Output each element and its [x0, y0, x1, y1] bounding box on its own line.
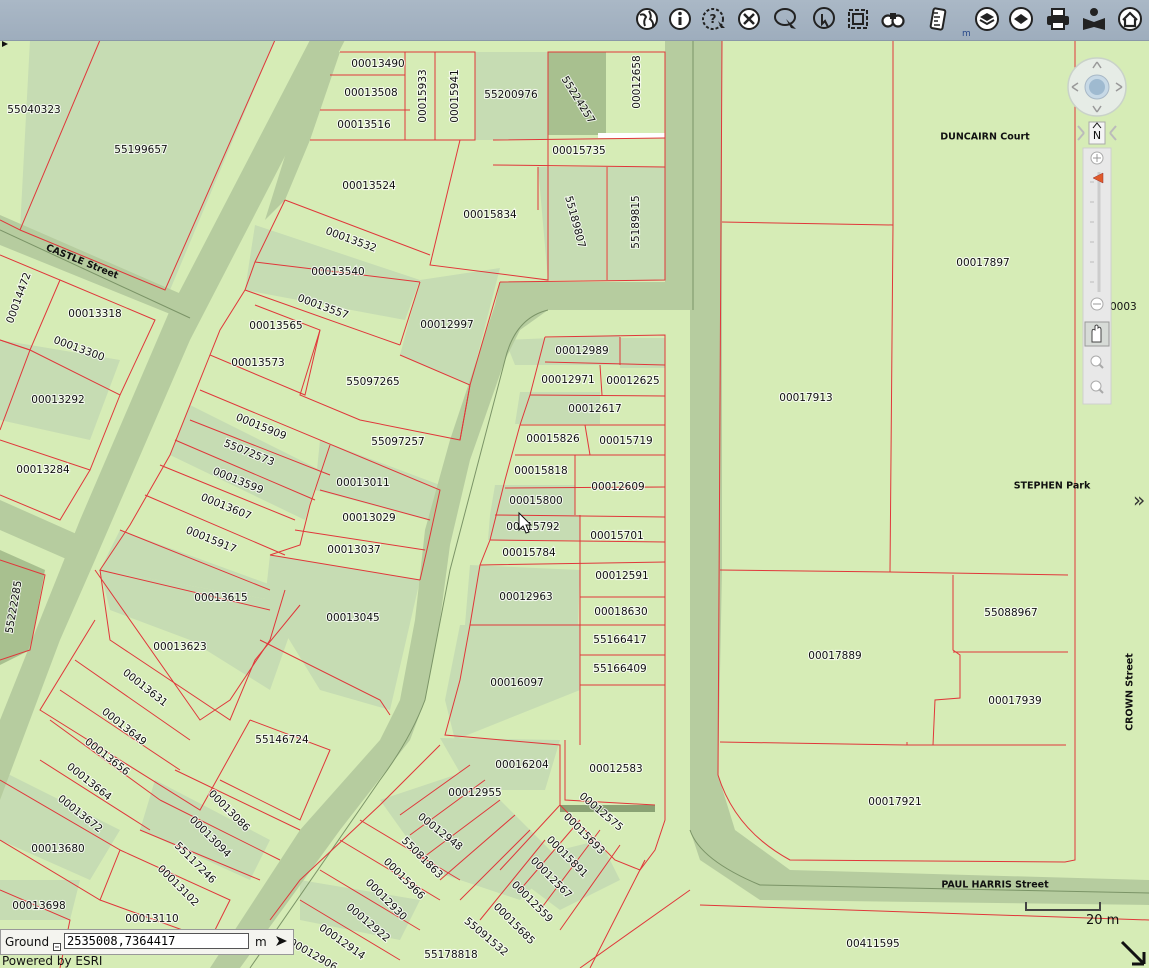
expand-panel-icon[interactable]: » — [1133, 488, 1145, 512]
parcel-label[interactable]: 00013045 — [325, 611, 381, 625]
globe-icon[interactable] — [634, 6, 660, 32]
parcel-label[interactable]: 55040323 — [6, 103, 62, 117]
measure-icon[interactable] — [925, 6, 951, 32]
resize-handle-icon[interactable] — [1118, 938, 1148, 968]
parcel-label[interactable]: 00012625 — [605, 374, 661, 388]
parcel-label[interactable]: 00013680 — [30, 842, 86, 856]
parcel-label[interactable]: 00013318 — [67, 307, 123, 321]
parcel-label[interactable]: 55199657 — [113, 143, 169, 157]
street-label-duncairn: DUNCAIRN Court — [940, 132, 1030, 143]
street-label-paul-harris: PAUL HARRIS Street — [941, 880, 1049, 891]
svg-text:?: ? — [710, 12, 717, 26]
parcel-label[interactable]: 00015834 — [462, 208, 518, 222]
reader-icon[interactable] — [1081, 6, 1107, 32]
parcel-label[interactable]: 00012997 — [419, 318, 475, 332]
coordinate-menu-icon[interactable] — [53, 943, 61, 951]
svg-text:N: N — [1093, 129, 1101, 142]
basemap-icon[interactable] — [1008, 6, 1034, 32]
parcel-label[interactable]: 55166417 — [592, 633, 648, 647]
print-icon[interactable] — [1045, 6, 1071, 32]
parcel-label[interactable]: 55178818 — [423, 948, 479, 962]
parcel-label[interactable]: 55088967 — [983, 606, 1039, 620]
go-to-coordinate-icon[interactable] — [273, 933, 289, 949]
parcel-label[interactable]: 55189815 — [629, 194, 643, 250]
parcel-label[interactable]: 55166409 — [592, 662, 648, 676]
query-icon[interactable]: ? — [701, 6, 727, 32]
binoculars-icon[interactable] — [880, 6, 906, 32]
parcel-label[interactable]: 00013292 — [30, 393, 86, 407]
parcel-label[interactable]: 00013573 — [230, 356, 286, 370]
street-label-stephen: STEPHEN Park — [1014, 481, 1091, 492]
parcel-label[interactable]: 00013037 — [326, 543, 382, 557]
coordinate-input[interactable] — [64, 933, 249, 949]
parcel-label[interactable]: 00013508 — [343, 86, 399, 100]
parcel-label[interactable]: 00012989 — [554, 344, 610, 358]
street-label-crown: CROWN Street — [1125, 653, 1136, 731]
parcel-label[interactable]: 00017889 — [807, 649, 863, 663]
zoom-slider[interactable] — [1082, 147, 1112, 405]
parcel-label[interactable]: 00015735 — [551, 144, 607, 158]
parcel-label[interactable]: 00015818 — [513, 464, 569, 478]
parcel-label[interactable]: 00013011 — [335, 476, 391, 490]
parcel-label[interactable]: 00012971 — [540, 373, 596, 387]
home-icon[interactable] — [1117, 6, 1143, 32]
layers-icon[interactable] — [974, 6, 1000, 32]
scale-label: 20 m — [1086, 913, 1120, 928]
attribution: Powered by ESRI — [2, 954, 103, 968]
parcel-label[interactable]: 00013565 — [248, 319, 304, 333]
parcel-label[interactable]: 00013284 — [15, 463, 71, 477]
coordinate-bar: Ground m — [0, 929, 294, 955]
identify-icon[interactable] — [811, 6, 837, 32]
lasso-select-icon[interactable] — [772, 6, 798, 32]
parcel-label[interactable]: 00017897 — [955, 256, 1011, 270]
parcel-label[interactable]: 00015784 — [501, 546, 557, 560]
parcel-label[interactable]: 00013490 — [350, 57, 406, 71]
coordinate-system-label: Ground — [5, 935, 50, 949]
parcel-label[interactable]: 00012591 — [594, 569, 650, 583]
parcel-label[interactable]: 00013615 — [193, 591, 249, 605]
parcel-label[interactable]: 55097257 — [370, 435, 426, 449]
map-canvas[interactable]: 00013490 00013508 00013516 00015933 0001… — [0, 40, 1149, 968]
parcel-label[interactable]: 00016204 — [494, 758, 550, 772]
parcel-label[interactable]: 00015826 — [525, 432, 581, 446]
parcel-label[interactable]: 00012609 — [590, 480, 646, 494]
parcel-label[interactable]: 00411595 — [845, 937, 901, 951]
parcel-label[interactable]: 00017939 — [987, 694, 1043, 708]
parcel-label[interactable]: 00013623 — [152, 640, 208, 654]
parcel-label[interactable]: 00013029 — [341, 511, 397, 525]
parcel-label[interactable]: 00012583 — [588, 762, 644, 776]
parcel-label[interactable]: 55200976 — [483, 88, 539, 102]
unit-indicator: m — [962, 29, 971, 39]
parcel-label[interactable]: 00013524 — [341, 179, 397, 193]
parcel-label[interactable]: 00013516 — [336, 118, 392, 132]
parcel-label[interactable]: 00012658 — [630, 54, 644, 110]
pan-compass[interactable] — [1067, 57, 1127, 117]
parcel-map: 00013490 00013508 00013516 00015933 0001… — [0, 40, 1149, 968]
rotate-control[interactable]: N — [1077, 121, 1117, 145]
parcel-label[interactable]: 00012617 — [567, 402, 623, 416]
navigation-control: N — [1066, 52, 1130, 412]
extent-icon[interactable] — [845, 6, 871, 32]
parcel-label[interactable]: 00012963 — [498, 590, 554, 604]
parcel-label[interactable]: 00013698 — [11, 899, 67, 913]
parcel-label[interactable]: 00015792 — [505, 520, 561, 534]
parcel-label[interactable]: 00012955 — [447, 786, 503, 800]
parcel-label[interactable]: 00017921 — [867, 795, 923, 809]
info-icon[interactable] — [667, 6, 693, 32]
parcel-label[interactable]: 00013540 — [310, 265, 366, 279]
map-toolbar: ? m — [0, 0, 1149, 41]
parcel-label[interactable]: 55146724 — [254, 733, 310, 747]
parcel-label[interactable]: 00016097 — [489, 676, 545, 690]
parcel-label[interactable]: 00015941 — [448, 68, 462, 124]
clear-icon[interactable] — [736, 6, 762, 32]
parcel-label[interactable]: 00015800 — [508, 494, 564, 508]
coordinate-unit: m — [255, 935, 267, 949]
parcel-label[interactable]: 00018630 — [593, 605, 649, 619]
parcel-label[interactable]: 00015933 — [416, 68, 430, 124]
parcel-label[interactable]: 00015719 — [598, 434, 654, 448]
parcel-label[interactable]: 55097265 — [345, 375, 401, 389]
parcel-label[interactable]: 00015701 — [589, 529, 645, 543]
parcel-label[interactable]: 00013110 — [124, 912, 180, 926]
parcel-label[interactable]: 00017913 — [778, 391, 834, 405]
